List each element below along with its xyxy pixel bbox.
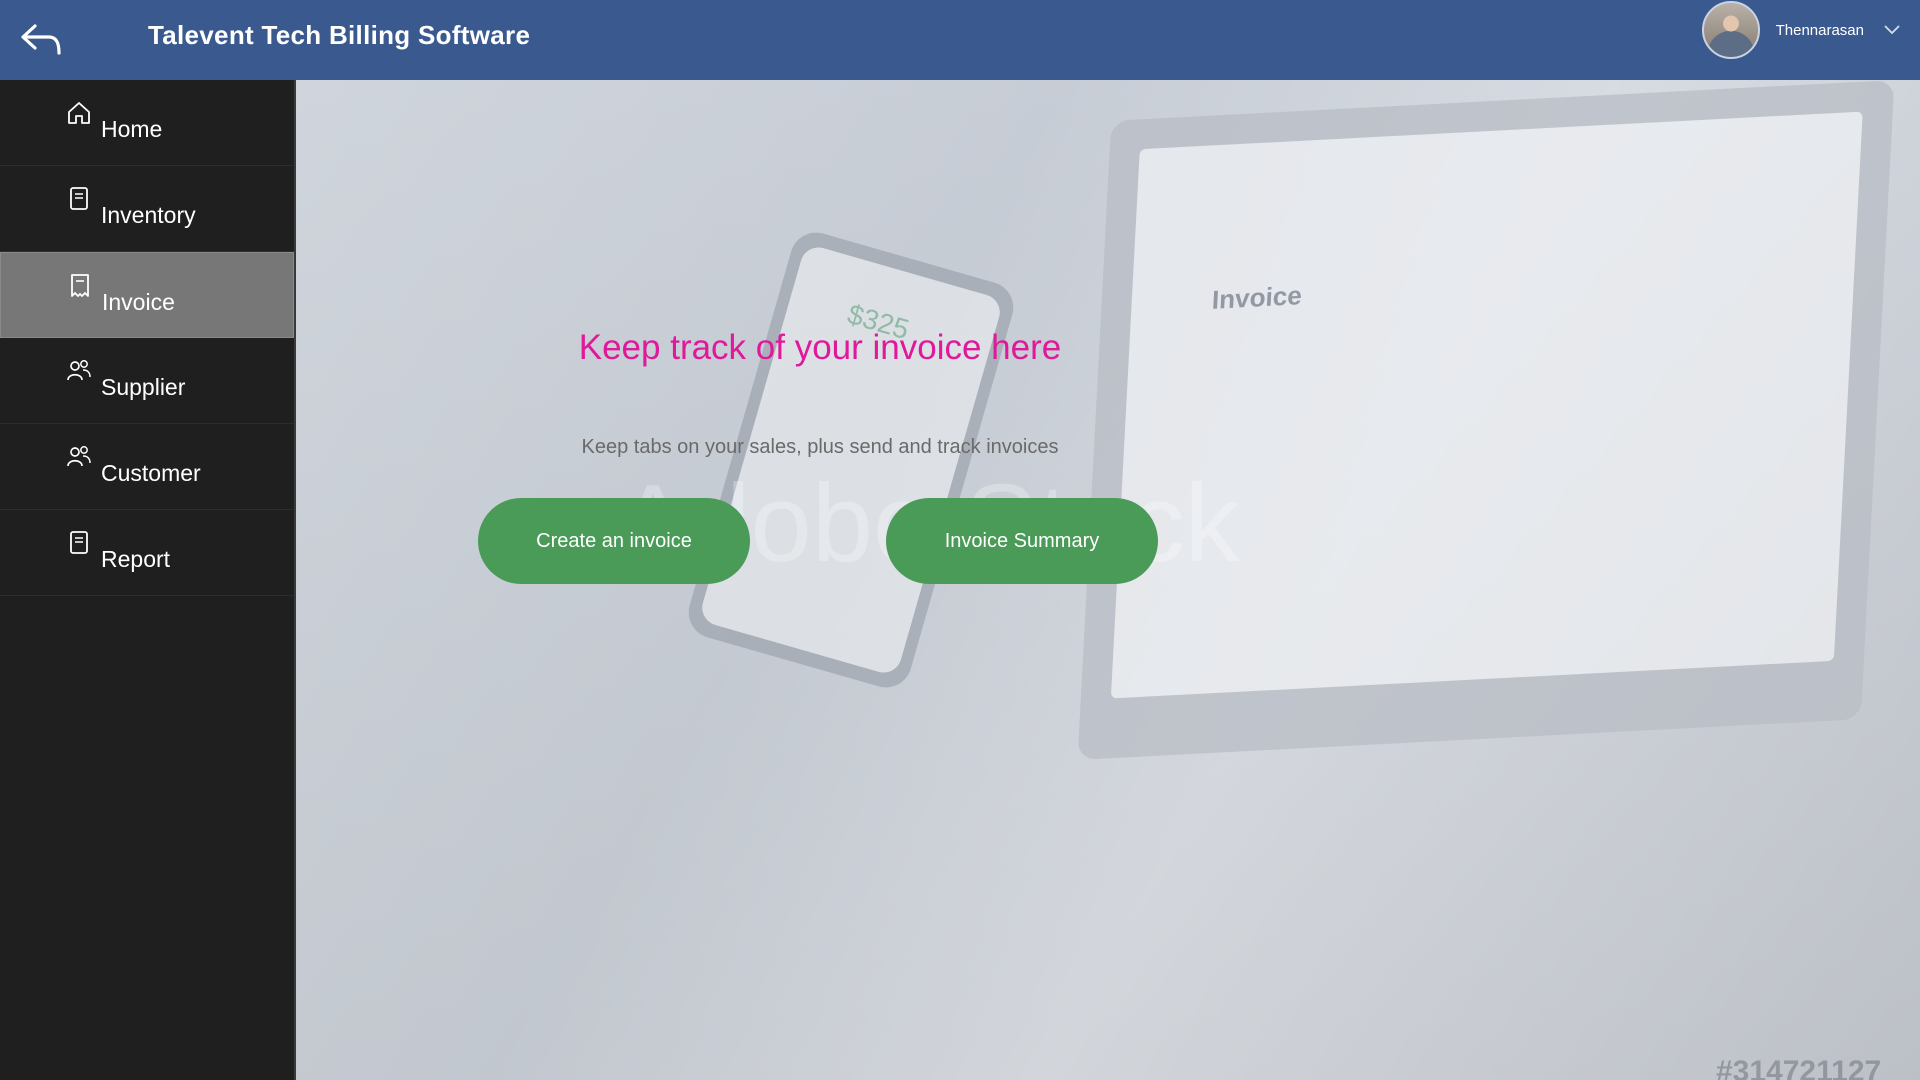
document-icon [70,531,88,554]
page-subheadline: Keep tabs on your sales, plus send and t… [581,436,1059,458]
sidebar: Home Inventory Invoice Supplier Customer… [0,80,296,1080]
sidebar-item-report[interactable]: Report [0,510,294,596]
sidebar-item-customer[interactable]: Customer [0,424,294,510]
app-title: Talevent Tech Billing Software [148,20,531,50]
sidebar-item-label: Home [101,116,163,142]
people-icon [67,446,91,467]
laptop-illustration: Invoice [1077,80,1895,760]
user-menu[interactable]: Thennarasan [1701,0,1900,60]
page-headline: Keep track of your invoice here [578,328,1062,367]
user-avatar[interactable] [1701,1,1760,59]
receipt-icon [71,274,89,297]
user-name: Thennarasan [1775,21,1864,39]
sidebar-item-supplier[interactable]: Supplier [0,338,294,424]
sidebar-item-invoice[interactable]: Invoice [0,252,294,338]
people-icon [67,360,91,381]
sidebar-item-home[interactable]: Home [0,80,294,166]
sidebar-item-label: Invoice [102,288,175,315]
stock-id: #314721127 [1716,1055,1882,1080]
sidebar-item-inventory[interactable]: Inventory [0,166,294,252]
chevron-down-icon[interactable] [1884,25,1900,35]
top-app-bar: Talevent Tech Billing Software Thennaras… [0,0,1920,80]
home-icon [68,102,90,124]
create-invoice-button[interactable]: Create an invoice [478,498,750,584]
sidebar-item-label: Report [101,546,171,572]
back-button[interactable] [16,18,66,60]
sidebar-item-label: Customer [101,460,201,486]
laptop-screen: Invoice [1110,111,1863,699]
document-icon [70,187,88,210]
invoice-landing: Invoice $325 Adobe Stock #314721127 Keep… [296,80,1920,1080]
invoice-document-title: Invoice [1211,280,1303,315]
sidebar-item-label: Inventory [101,202,196,228]
invoice-summary-button[interactable]: Invoice Summary [886,498,1158,584]
back-arrow-icon [21,24,61,55]
sidebar-item-label: Supplier [101,374,186,400]
